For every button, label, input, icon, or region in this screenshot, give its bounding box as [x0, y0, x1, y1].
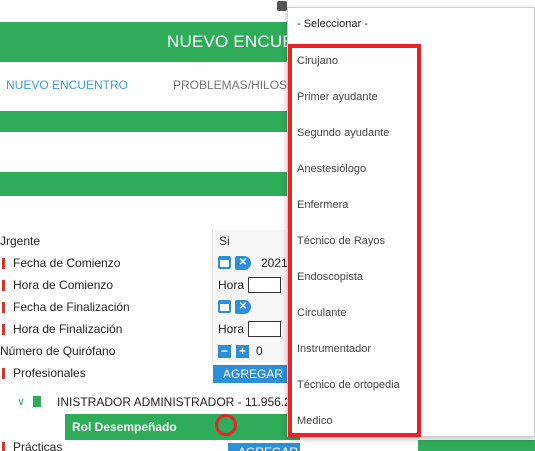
hora-finalizacion-input[interactable] — [248, 321, 281, 337]
calendar-icon[interactable] — [218, 256, 231, 269]
dropdown-option[interactable]: Técnico de Rayos — [297, 235, 385, 247]
agregar-practica-button[interactable]: AGREGAR — [228, 443, 300, 451]
clear-date-icon[interactable]: ✕ — [235, 256, 251, 270]
urgente-value-cell[interactable]: Si — [212, 230, 290, 252]
rol-dropdown-list: - Seleccionar - Cirujano Primer ayudante… — [287, 7, 535, 437]
row-practicas: Prácticas AGREGAR — [0, 442, 300, 451]
professional-name: INISTRADOR ADMINISTRADOR - 11.956.21 — [57, 395, 298, 409]
dropdown-option[interactable]: Segundo ayudante — [297, 127, 389, 139]
increment-icon[interactable]: + — [236, 345, 249, 358]
urgente-value: Si — [219, 234, 230, 248]
dropdown-option[interactable]: Enfermera — [297, 199, 348, 211]
fecha-comienzo-value: 2021 — [261, 256, 288, 270]
hora-finalizacion-prefix: Hora — [218, 322, 245, 336]
fecha-comienzo-label: Fecha de Comienzo — [13, 256, 121, 270]
chevron-down-icon[interactable]: ∨ — [17, 395, 25, 408]
practicas-label: Prácticas — [13, 442, 63, 451]
tab-nuevo-encuentro[interactable]: NUEVO ENCUENTRO — [6, 78, 128, 92]
row-fecha-finalizacion: Fecha de Finalización ✕ — [0, 296, 290, 318]
required-marker — [2, 324, 5, 335]
dropdown-option[interactable]: Anestesiólogo — [297, 163, 366, 175]
fecha-comienzo-cell: ✕ 2021 — [212, 252, 290, 274]
profesionales-label: Profesionales — [13, 366, 86, 380]
rol-desempenado-bar: Rol Desempeñado — [65, 414, 300, 440]
professional-entry: ∨ INISTRADOR ADMINISTRADOR - 11.956.21 — [0, 390, 298, 414]
toolbar-icon[interactable] — [277, 1, 287, 11]
numero-quirofano-value: 0 — [256, 344, 263, 358]
dropdown-option[interactable]: Instrumentador — [297, 343, 371, 355]
required-marker — [2, 280, 5, 291]
required-marker — [2, 368, 5, 379]
tab-problemas-hilos[interactable]: PROBLEMAS/HILOS — [173, 78, 287, 92]
row-profesionales: Profesionales AGREGAR — [0, 362, 293, 384]
agregar-profesional-button[interactable]: AGREGAR — [213, 365, 293, 383]
decrement-icon[interactable]: − — [218, 345, 231, 358]
dropdown-option[interactable]: Circulante — [297, 307, 347, 319]
dropdown-option[interactable]: Medico — [297, 415, 332, 427]
dropdown-option[interactable]: Cirujano — [297, 55, 338, 67]
required-marker — [2, 258, 5, 269]
row-urgente: Jrgente Si — [0, 230, 290, 252]
bookmark-icon — [33, 396, 41, 407]
rol-desempenado-label: Rol Desempeñado — [72, 420, 177, 434]
highlight-circle — [215, 414, 237, 436]
calendar-icon[interactable] — [218, 300, 231, 313]
fecha-finalizacion-label: Fecha de Finalización — [13, 300, 130, 314]
row-fecha-comienzo: Fecha de Comienzo ✕ 2021 — [0, 252, 290, 274]
hora-comienzo-label: Hora de Comienzo — [13, 278, 114, 292]
urgente-label: Jrgente — [0, 234, 41, 248]
numero-quirofano-cell: − + 0 — [212, 340, 290, 362]
hora-comienzo-cell: Hora — [212, 274, 290, 296]
dropdown-option[interactable]: Endoscopista — [297, 271, 363, 283]
section-bar — [418, 440, 535, 451]
row-hora-finalizacion: Hora de Finalización Hora — [0, 318, 290, 340]
hora-comienzo-prefix: Hora — [218, 278, 245, 292]
dropdown-option[interactable]: Primer ayudante — [297, 91, 378, 103]
dropdown-placeholder[interactable]: - Seleccionar - — [297, 18, 368, 30]
row-hora-comienzo: Hora de Comienzo Hora — [0, 274, 290, 296]
numero-quirofano-label: Número de Quirófano — [0, 344, 116, 358]
required-marker — [2, 442, 5, 451]
hora-finalizacion-label: Hora de Finalización — [13, 322, 123, 336]
hora-comienzo-input[interactable] — [248, 277, 281, 293]
clear-date-icon[interactable]: ✕ — [235, 300, 251, 314]
fecha-finalizacion-cell: ✕ — [212, 296, 290, 318]
hora-finalizacion-cell: Hora — [212, 318, 290, 340]
row-numero-quirofano: Número de Quirófano − + 0 — [0, 340, 290, 362]
dropdown-option[interactable]: Técnico de ortopedia — [297, 379, 400, 391]
required-marker — [2, 302, 5, 313]
